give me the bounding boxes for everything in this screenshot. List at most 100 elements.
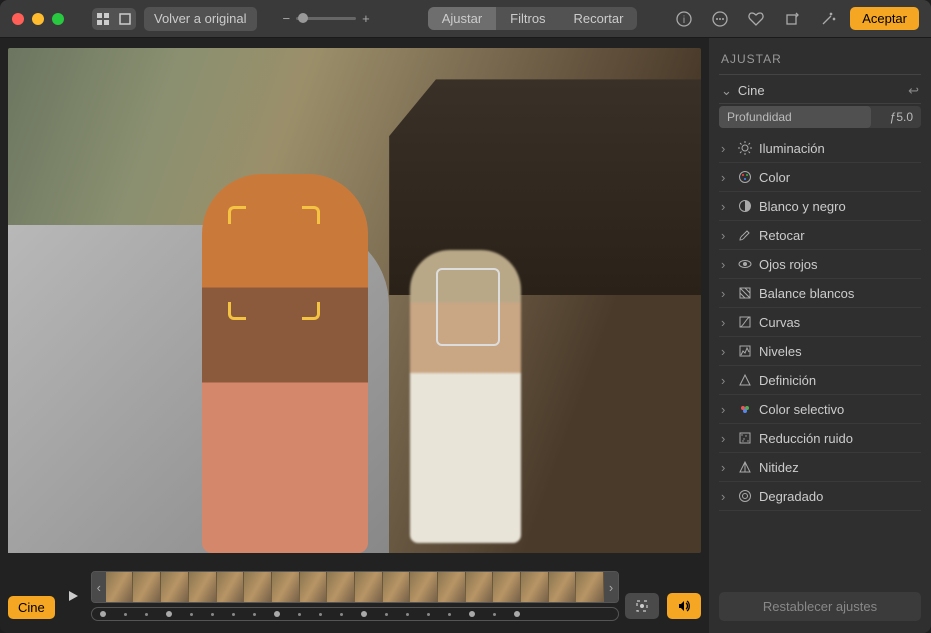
maximize-window-button[interactable] — [52, 13, 64, 25]
keyframe-dot[interactable] — [385, 613, 388, 616]
svg-text:i: i — [683, 15, 685, 26]
timeline-frame[interactable] — [189, 572, 217, 602]
tab-crop[interactable]: Recortar — [560, 7, 638, 30]
zoom-out-icon[interactable]: − — [283, 11, 291, 26]
photo-canvas[interactable] — [8, 48, 701, 553]
timeline-frame[interactable] — [549, 572, 577, 602]
cinema-section-header[interactable]: ⌄Cine ↩ — [719, 75, 921, 104]
timeline-strip[interactable]: ‹ › — [91, 571, 619, 603]
keyframe-dot[interactable] — [253, 613, 256, 616]
keyframe-dot[interactable] — [232, 613, 235, 616]
keyframe-dot[interactable] — [493, 613, 496, 616]
adjust-row-redeye[interactable]: ›Ojos rojos — [719, 250, 921, 279]
reset-adjustments-button[interactable]: Restablecer ajustes — [719, 592, 921, 621]
keyframe-dot[interactable] — [124, 613, 127, 616]
noise-icon — [737, 430, 753, 446]
grid-view-icon[interactable] — [92, 8, 114, 30]
selcolor-icon — [737, 401, 753, 417]
chevron-right-icon: › — [721, 315, 731, 330]
keyframe-dot[interactable] — [406, 613, 409, 616]
focus-secondary-indicator[interactable] — [436, 268, 500, 346]
trim-start-handle[interactable]: ‹ — [92, 571, 106, 603]
adjust-row-wb[interactable]: ›Balance blancos — [719, 279, 921, 308]
timeline-frame[interactable] — [106, 572, 134, 602]
adjust-row-sharp[interactable]: ›Nitidez — [719, 453, 921, 482]
keyframe-dot[interactable] — [274, 611, 280, 617]
zoom-thumb[interactable] — [298, 13, 308, 23]
adjust-row-retouch[interactable]: ›Retocar — [719, 221, 921, 250]
timeline-frame[interactable] — [410, 572, 438, 602]
timeline-frame[interactable] — [493, 572, 521, 602]
timeline-frames[interactable] — [106, 572, 604, 602]
adjust-row-vignette[interactable]: ›Degradado — [719, 482, 921, 511]
tab-filters[interactable]: Filtros — [496, 7, 559, 30]
keyframe-dot[interactable] — [298, 613, 301, 616]
timeline-frame[interactable] — [327, 572, 355, 602]
zoom-track[interactable] — [296, 17, 356, 20]
depth-slider[interactable]: Profundidad ƒ5.0 — [719, 106, 921, 128]
keyframe-dot[interactable] — [514, 611, 520, 617]
timeline-frame[interactable] — [355, 572, 383, 602]
keyframe-dot[interactable] — [427, 613, 430, 616]
adjust-row-curves[interactable]: ›Curvas — [719, 308, 921, 337]
keyframe-dot[interactable] — [319, 613, 322, 616]
timeline-frame[interactable] — [383, 572, 411, 602]
timeline-frame[interactable] — [244, 572, 272, 602]
favorite-icon[interactable] — [742, 7, 770, 31]
wb-icon — [737, 285, 753, 301]
definition-icon — [737, 372, 753, 388]
keyframe-dot[interactable] — [469, 611, 475, 617]
adjust-row-label: Degradado — [759, 489, 823, 504]
adjust-row-label: Niveles — [759, 344, 802, 359]
keyframe-dot[interactable] — [100, 611, 106, 617]
timeline-frame[interactable] — [466, 572, 494, 602]
app-window: Volver a original − + Ajustar Filtros Re… — [0, 0, 931, 633]
rotate-icon[interactable] — [778, 7, 806, 31]
revert-button[interactable]: Volver a original — [144, 7, 257, 31]
view-mode-toggle[interactable] — [92, 8, 136, 30]
reset-cinema-icon[interactable]: ↩ — [908, 83, 919, 99]
focus-tracking-button[interactable] — [625, 593, 659, 619]
keyframe-dot[interactable] — [211, 613, 214, 616]
minimize-window-button[interactable] — [32, 13, 44, 25]
audio-toggle-button[interactable] — [667, 593, 701, 619]
timeline-frame[interactable] — [521, 572, 549, 602]
adjust-row-selcolor[interactable]: ›Color selectivo — [719, 395, 921, 424]
adjust-row-noise[interactable]: ›Reducción ruido — [719, 424, 921, 453]
timeline-frame[interactable] — [272, 572, 300, 602]
keyframe-dot[interactable] — [145, 613, 148, 616]
more-icon[interactable] — [706, 7, 734, 31]
keyframe-dot[interactable] — [190, 613, 193, 616]
photo-preview — [8, 48, 701, 553]
keyframe-dot[interactable] — [448, 613, 451, 616]
curves-icon — [737, 314, 753, 330]
adjust-sidebar: AJUSTAR ⌄Cine ↩ Profundidad ƒ5.0 ›Ilumin… — [709, 38, 931, 633]
adjust-row-color[interactable]: ›Color — [719, 163, 921, 192]
zoom-slider[interactable]: − + — [283, 11, 370, 26]
keyframe-dot[interactable] — [166, 611, 172, 617]
single-view-icon[interactable] — [114, 8, 136, 30]
auto-enhance-icon[interactable] — [814, 7, 842, 31]
info-icon[interactable]: i — [670, 7, 698, 31]
timeline-frame[interactable] — [438, 572, 466, 602]
adjust-row-bw[interactable]: ›Blanco y negro — [719, 192, 921, 221]
play-button[interactable] — [61, 584, 85, 608]
keyframe-dot[interactable] — [361, 611, 367, 617]
focus-primary-indicator[interactable] — [228, 206, 320, 320]
keyframe-dot[interactable] — [340, 613, 343, 616]
tab-adjust[interactable]: Ajustar — [428, 7, 496, 30]
accept-button[interactable]: Aceptar — [850, 7, 919, 30]
cinematic-badge[interactable]: Cine — [8, 596, 55, 619]
adjust-row-levels[interactable]: ›Niveles — [719, 337, 921, 366]
timeline-frame[interactable] — [133, 572, 161, 602]
trim-end-handle[interactable]: › — [604, 571, 618, 603]
timeline-frame[interactable] — [161, 572, 189, 602]
close-window-button[interactable] — [12, 13, 24, 25]
keyframe-track[interactable] — [91, 607, 619, 621]
zoom-in-icon[interactable]: + — [362, 11, 370, 26]
timeline-frame[interactable] — [576, 572, 604, 602]
adjust-row-light[interactable]: ›Iluminación — [719, 134, 921, 163]
adjust-row-definition[interactable]: ›Definición — [719, 366, 921, 395]
timeline-frame[interactable] — [217, 572, 245, 602]
timeline-frame[interactable] — [300, 572, 328, 602]
